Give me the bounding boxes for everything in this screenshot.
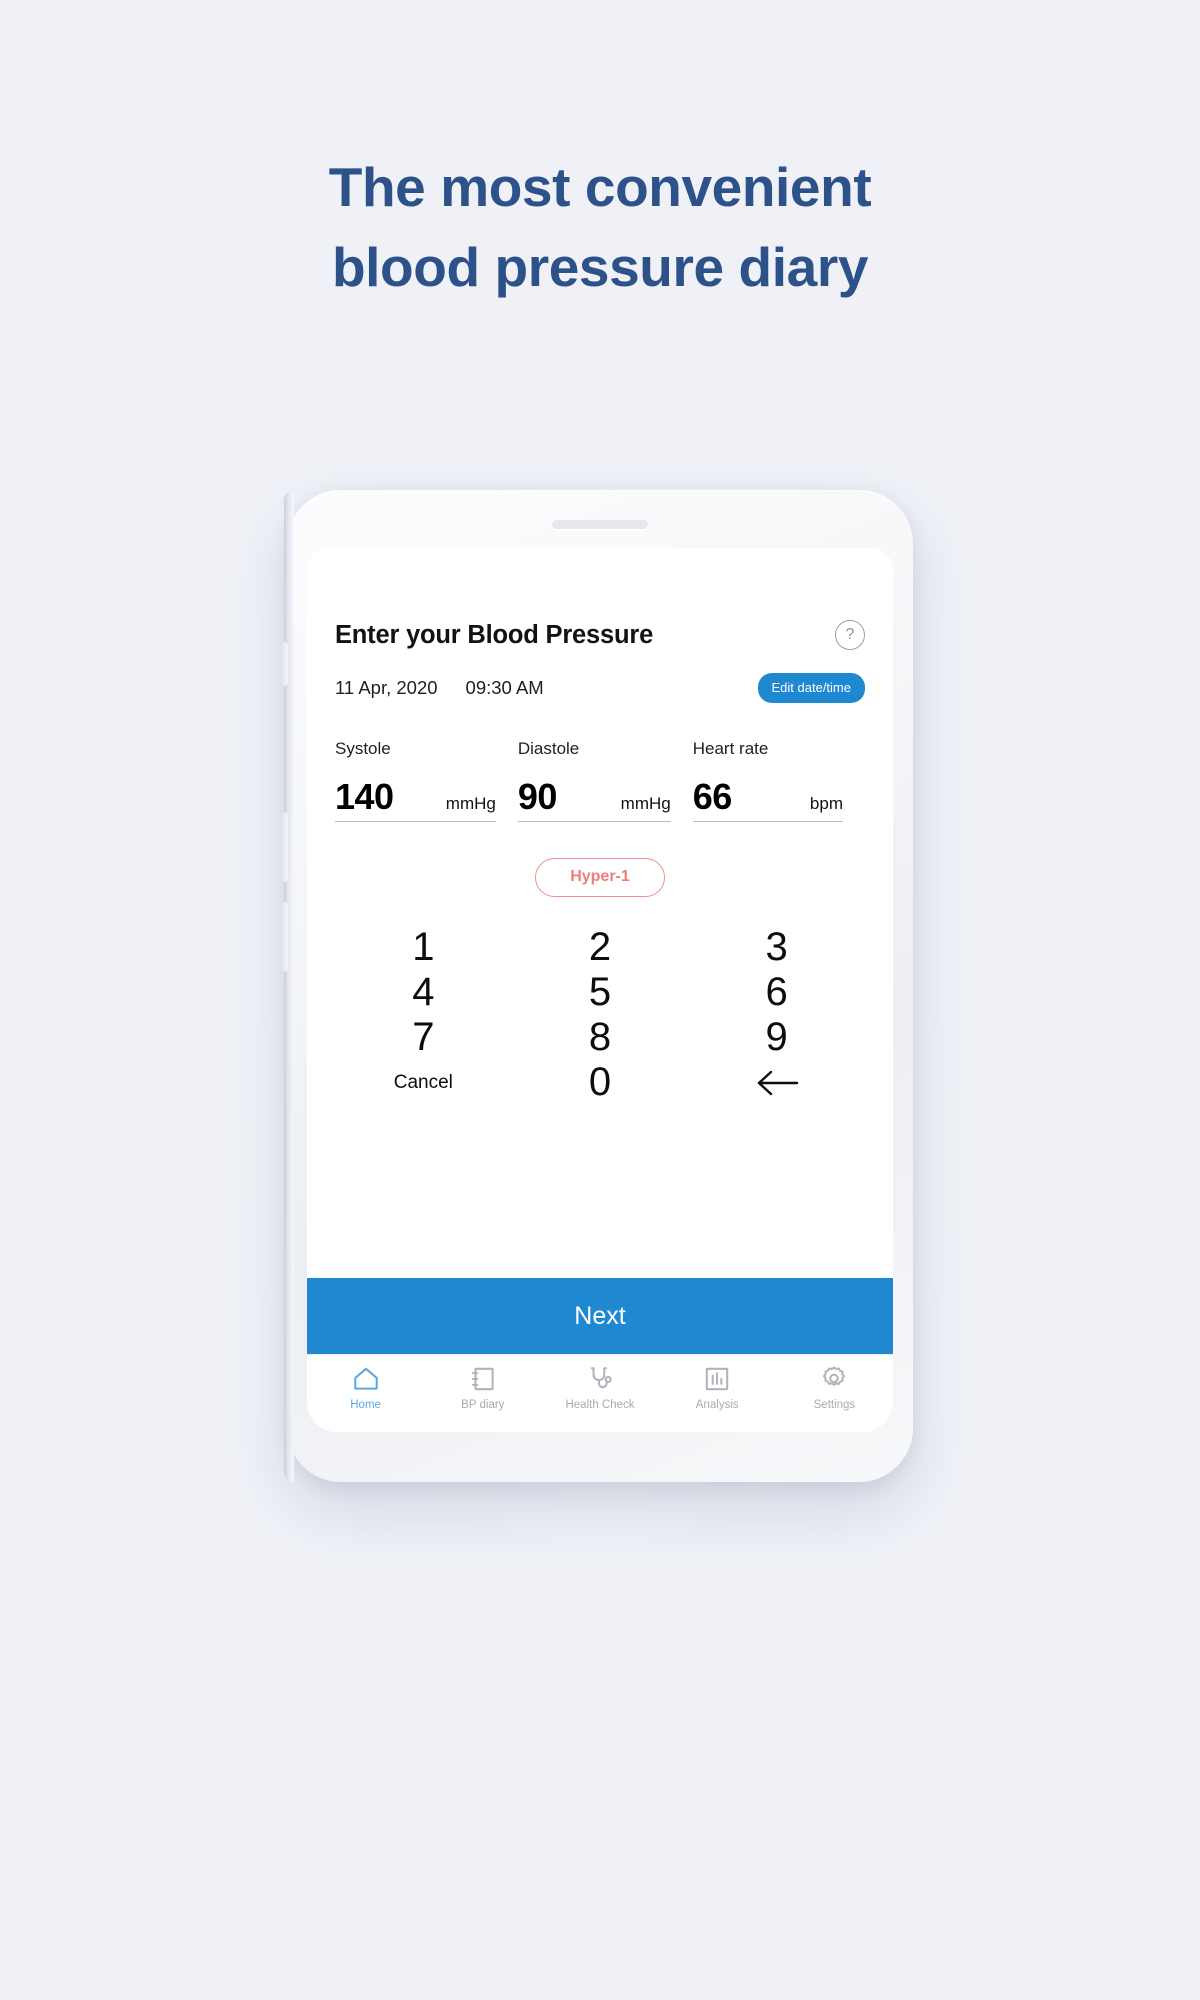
- edit-datetime-button[interactable]: Edit date/time: [757, 673, 865, 703]
- next-button[interactable]: Next: [307, 1278, 893, 1354]
- field-diastole: Diastole 90 mmHg: [517, 739, 693, 822]
- field-unit: mmHg: [620, 794, 671, 813]
- key-9[interactable]: 9: [688, 1015, 865, 1060]
- key-0[interactable]: 0: [512, 1060, 689, 1105]
- nav-item-analysis[interactable]: Analysis: [659, 1364, 776, 1411]
- nav-label: Health Check: [565, 1399, 635, 1411]
- backspace-icon[interactable]: [688, 1060, 865, 1105]
- nav-label: Analysis: [695, 1399, 739, 1411]
- headline-line-1: The most convenient: [328, 156, 872, 218]
- field-label: Diastole: [517, 739, 580, 758]
- key-cancel[interactable]: Cancel: [335, 1060, 512, 1105]
- nav-item-home[interactable]: Home: [307, 1364, 424, 1411]
- numeric-keypad: 1 2 3 4 5 6 7 8 9 Cancel 0: [335, 925, 865, 1105]
- measurement-time: 09:30 AM: [465, 677, 544, 698]
- key-7[interactable]: 7: [335, 1015, 512, 1060]
- systole-input[interactable]: 140 mmHg: [335, 779, 496, 822]
- field-heart-rate: Heart rate 66 bpm: [692, 739, 865, 822]
- key-3[interactable]: 3: [688, 925, 865, 970]
- field-value: 66: [692, 776, 733, 817]
- field-label: Heart rate: [692, 739, 769, 758]
- classification-row: Hyper-1: [335, 858, 865, 897]
- header-row: Enter your Blood Pressure ?: [335, 620, 865, 650]
- heart-rate-input[interactable]: 66 bpm: [692, 776, 843, 822]
- phone-button-volume-up: [281, 812, 288, 882]
- measurement-fields: Systole 140 mmHg Diastole 90 mmHg Heart …: [335, 739, 865, 822]
- field-unit: bpm: [809, 794, 843, 813]
- datetime-row: 11 Apr, 2020 09:30 AM Edit date/time: [335, 673, 865, 703]
- field-label: Systole: [335, 739, 391, 758]
- page-headline: The most convenient blood pressure diary: [0, 148, 1200, 308]
- field-unit: mmHg: [445, 794, 496, 813]
- notebook-icon: [471, 1367, 494, 1391]
- field-value: 90: [517, 776, 558, 817]
- bar-chart-icon: [706, 1367, 729, 1391]
- key-5[interactable]: 5: [512, 970, 689, 1015]
- key-1[interactable]: 1: [335, 925, 512, 970]
- key-4[interactable]: 4: [335, 970, 512, 1015]
- page-title: Enter your Blood Pressure: [335, 620, 654, 649]
- phone-speaker-grille: [552, 520, 648, 529]
- phone-left-edge: [284, 490, 294, 1482]
- nav-item-settings[interactable]: Settings: [776, 1364, 893, 1411]
- stethoscope-icon: [590, 1367, 612, 1389]
- nav-item-bp-diary[interactable]: BP diary: [424, 1364, 541, 1411]
- phone-screen: Enter your Blood Pressure ? 11 Apr, 2020…: [307, 548, 893, 1432]
- app-content: Enter your Blood Pressure ? 11 Apr, 2020…: [307, 548, 893, 1278]
- phone-button-volume-down: [281, 902, 288, 972]
- gear-icon: [823, 1366, 846, 1386]
- home-icon: [353, 1367, 378, 1390]
- nav-label: Settings: [813, 1399, 856, 1411]
- bottom-navigation: Home BP diary Health Check Analysis Sett…: [307, 1354, 893, 1432]
- nav-item-health-check[interactable]: Health Check: [541, 1364, 658, 1411]
- key-8[interactable]: 8: [512, 1015, 689, 1060]
- key-2[interactable]: 2: [512, 925, 689, 970]
- headline-line-2: blood pressure diary: [331, 235, 869, 298]
- nav-label: Home: [350, 1399, 381, 1411]
- question-mark-circle-icon[interactable]: ?: [835, 620, 865, 650]
- nav-label: BP diary: [461, 1399, 505, 1411]
- field-value: 140: [335, 776, 394, 817]
- diastole-input[interactable]: 90 mmHg: [517, 776, 671, 822]
- measurement-date: 11 Apr, 2020: [335, 677, 438, 698]
- status-badge: Hyper-1: [535, 858, 665, 897]
- key-6[interactable]: 6: [688, 970, 865, 1015]
- phone-button-mute: [281, 642, 288, 686]
- field-systole: Systole 140 mmHg: [335, 739, 518, 822]
- phone-mockup: Enter your Blood Pressure ? 11 Apr, 2020…: [281, 490, 913, 1482]
